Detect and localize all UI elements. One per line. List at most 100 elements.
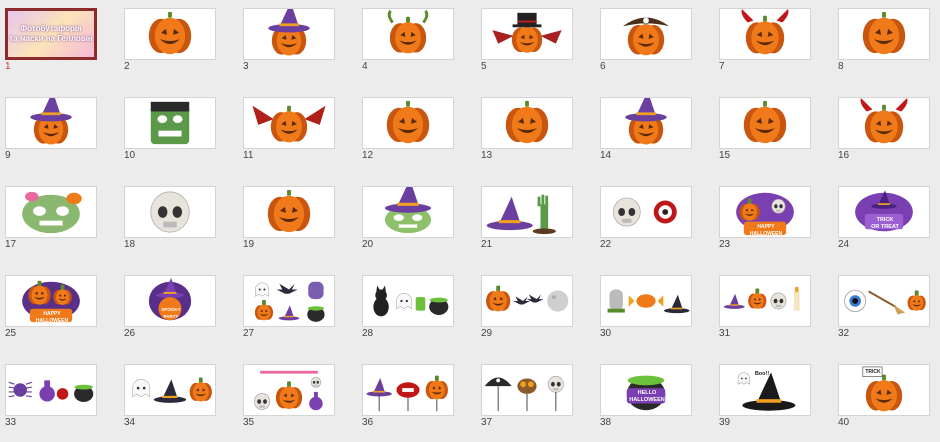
slide-thumbnail-3[interactable]: 3 — [238, 0, 357, 86]
slide-thumbnail-28[interactable]: 28 — [357, 267, 476, 353]
slide-preview[interactable] — [243, 8, 335, 60]
slide-preview[interactable] — [838, 97, 930, 149]
slide-preview[interactable] — [362, 186, 454, 238]
props-eye-broom-pumpkin-icon — [839, 276, 929, 326]
slide-thumbnail-31[interactable]: 31 — [714, 267, 833, 353]
slide-preview[interactable] — [600, 97, 692, 149]
slide-number: 11 — [243, 150, 254, 161]
slide-preview[interactable] — [243, 97, 335, 149]
slide-preview[interactable] — [481, 186, 573, 238]
slide-number: 20 — [362, 239, 374, 250]
slide-thumbnail-37[interactable]: 37 — [476, 356, 595, 442]
slide-thumbnail-2[interactable]: 2 — [119, 0, 238, 86]
slide-preview[interactable] — [124, 186, 216, 238]
slide-thumbnail-39[interactable]: Boo!! 39 — [714, 356, 833, 442]
slide-preview[interactable] — [600, 275, 692, 327]
slide-preview[interactable]: Boo!! — [719, 364, 811, 416]
slide-thumbnail-29[interactable]: 29 — [476, 267, 595, 353]
slide-preview[interactable]: HELLO HALLOWEEN — [600, 364, 692, 416]
slide-preview[interactable] — [362, 97, 454, 149]
slide-number: 14 — [600, 150, 612, 161]
slide-thumbnail-9[interactable]: 9 — [0, 89, 119, 175]
slide-thumbnail-38[interactable]: HELLO HALLOWEEN 38 — [595, 356, 714, 442]
slide-number: 30 — [600, 328, 612, 339]
pumpkin-devil-horns-icon — [839, 98, 929, 148]
slide-thumbnail-12[interactable]: 12 — [357, 89, 476, 175]
slide-preview[interactable] — [481, 8, 573, 60]
slide-preview[interactable] — [838, 8, 930, 60]
slide-preview[interactable] — [243, 275, 335, 327]
slide-thumbnail-5[interactable]: 5 — [476, 0, 595, 86]
slide-thumbnail-21[interactable]: 21 — [476, 178, 595, 264]
slide-thumbnail-11[interactable]: 11 — [238, 89, 357, 175]
slide-preview[interactable]: TRICK OR TREAT — [838, 186, 930, 238]
slide-thumbnail-19[interactable]: 19 — [238, 178, 357, 264]
slide-preview[interactable] — [124, 97, 216, 149]
slide-preview[interactable] — [481, 97, 573, 149]
slide-preview[interactable] — [124, 364, 216, 416]
slide-thumbnail-34[interactable]: 34 — [119, 356, 238, 442]
jack-o-lantern-icon — [125, 9, 215, 59]
slide-thumbnail-8[interactable]: 8 — [833, 0, 940, 86]
slide-decoration-text: HAPPY HALLOWEEN — [35, 311, 69, 324]
slide-thumbnail-22[interactable]: 22 — [595, 178, 714, 264]
slide-preview[interactable] — [362, 364, 454, 416]
slide-thumbnail-40[interactable]: TRICK 40 — [833, 356, 940, 442]
slide-preview[interactable] — [719, 275, 811, 327]
slide-preview[interactable] — [600, 186, 692, 238]
slide-thumbnail-36[interactable]: 36 — [357, 356, 476, 442]
slide-preview[interactable] — [362, 8, 454, 60]
slide-preview[interactable] — [362, 275, 454, 327]
jack-o-lantern-icon — [839, 9, 929, 59]
pumpkin-devil-horns-icon — [720, 9, 810, 59]
slide-thumbnail-30[interactable]: 30 — [595, 267, 714, 353]
slide-thumbnail-18[interactable]: 18 — [119, 178, 238, 264]
slide-preview[interactable] — [838, 275, 930, 327]
slide-preview[interactable]: HAPPY HALLOWEEN — [719, 186, 811, 238]
slide-thumbnail-20[interactable]: 20 — [357, 178, 476, 264]
slide-thumbnail-6[interactable]: 6 — [595, 0, 714, 86]
slide-thumbnail-23[interactable]: HAPPY HALLOWEEN 23 — [714, 178, 833, 264]
slide-preview[interactable] — [5, 97, 97, 149]
slide-preview[interactable] — [124, 8, 216, 60]
pumpkin-witch-hat-icon — [601, 98, 691, 148]
slide-thumbnail-35[interactable]: 35 — [238, 356, 357, 442]
slide-preview[interactable]: Фотобутафорія та маски на Гелловін — [5, 8, 97, 60]
slide-thumbnail-16[interactable]: 16 — [833, 89, 940, 175]
zombie-mask-icon — [6, 187, 96, 237]
slide-preview[interactable] — [5, 364, 97, 416]
slide-thumbnail-32[interactable]: 32 — [833, 267, 940, 353]
slide-thumbnail-26[interactable]: SPOOKY PARTY 26 — [119, 267, 238, 353]
slide-preview[interactable] — [243, 186, 335, 238]
slide-number: 36 — [362, 417, 374, 428]
jack-o-lantern-icon — [482, 98, 572, 148]
slide-decoration-text: SPOOKY PARTY — [161, 307, 181, 319]
skull-mask-icon — [125, 187, 215, 237]
slide-thumbnail-24[interactable]: TRICK OR TREAT 24 — [833, 178, 940, 264]
slide-preview[interactable] — [5, 186, 97, 238]
slide-preview[interactable] — [600, 8, 692, 60]
slide-preview[interactable] — [719, 8, 811, 60]
slide-thumbnail-33[interactable]: 33 — [0, 356, 119, 442]
slide-preview[interactable] — [243, 364, 335, 416]
slide-preview[interactable]: HAPPY HALLOWEEN — [5, 275, 97, 327]
slide-thumbnail-15[interactable]: 15 — [714, 89, 833, 175]
slide-decoration-text: TRICK — [865, 369, 881, 375]
slide-preview[interactable]: TRICK — [838, 364, 930, 416]
slide-preview[interactable] — [719, 97, 811, 149]
slide-preview[interactable] — [481, 275, 573, 327]
slide-preview[interactable] — [481, 364, 573, 416]
slide-thumbnail-27[interactable]: 27 — [238, 267, 357, 353]
slide-thumbnail-25[interactable]: HAPPY HALLOWEEN 25 — [0, 267, 119, 353]
slide-thumbnail-10[interactable]: 10 — [119, 89, 238, 175]
slide-thumbnail-14[interactable]: 14 — [595, 89, 714, 175]
slide-thumbnail-7[interactable]: 7 — [714, 0, 833, 86]
props-pumpkin-bats-moon-icon — [482, 276, 572, 326]
slide-thumbnail-4[interactable]: 4 — [357, 0, 476, 86]
slide-preview[interactable]: SPOOKY PARTY — [124, 275, 216, 327]
slide-thumbnail-1[interactable]: Фотобутафорія та маски на Гелловін 1 — [0, 0, 119, 86]
slide-thumbnail-17[interactable]: 17 — [0, 178, 119, 264]
slide-number: 13 — [481, 150, 493, 161]
jack-o-lantern-icon — [363, 98, 453, 148]
slide-thumbnail-13[interactable]: 13 — [476, 89, 595, 175]
